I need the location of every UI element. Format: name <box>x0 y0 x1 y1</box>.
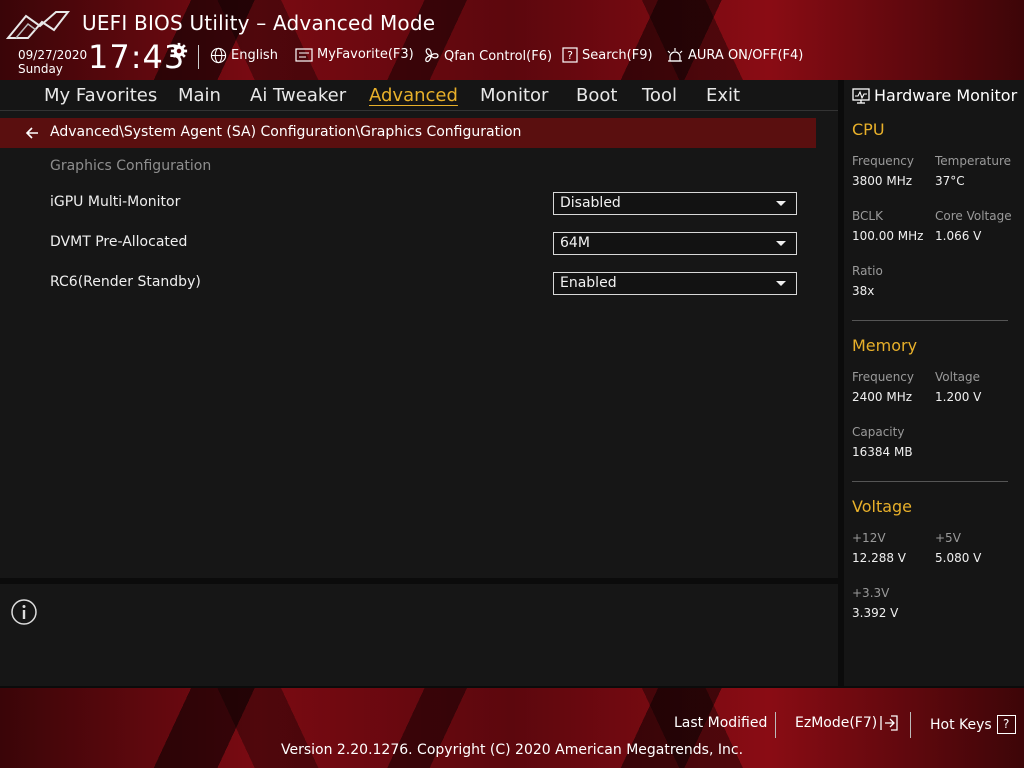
myfavorite-label: MyFavorite(F3) <box>317 47 414 62</box>
search-label: Search(F9) <box>582 47 653 63</box>
section-title: Graphics Configuration <box>50 158 212 174</box>
tab-ai-tweaker[interactable]: Ai Tweaker <box>250 85 346 106</box>
cpu-heading: CPU <box>852 120 885 139</box>
fan-icon <box>425 48 439 63</box>
globe-icon <box>210 47 227 64</box>
setting-label-rc6-render-standby: RC6(Render Standby) <box>50 274 201 290</box>
footer-divider <box>775 712 776 738</box>
monitor-icon <box>852 87 870 104</box>
ezmode-label: EzMode(F7) <box>795 715 878 731</box>
chevron-down-icon <box>776 281 786 286</box>
igpu-multi-monitor-select[interactable]: Disabled <box>553 192 797 215</box>
breadcrumb: Advanced\System Agent (SA) Configuration… <box>0 118 816 148</box>
section-divider <box>852 320 1008 321</box>
help-key-icon: ? <box>996 715 1016 734</box>
qfan-button[interactable]: Qfan Control(F6) <box>422 47 552 65</box>
breadcrumb-path: Advanced\System Agent (SA) Configuration… <box>50 124 522 140</box>
tab-my-favorites[interactable]: My Favorites <box>44 85 157 106</box>
tab-boot[interactable]: Boot <box>576 85 617 106</box>
cpu-ratio-label: Ratio <box>852 264 883 278</box>
tab-advanced[interactable]: Advanced <box>369 85 458 106</box>
date: 09/27/2020 <box>18 48 88 62</box>
window-title: UEFI BIOS Utility – Advanced Mode <box>82 11 436 35</box>
info-icon <box>11 599 37 625</box>
header-divider <box>198 45 199 69</box>
help-info-panel <box>0 584 838 686</box>
hardware-monitor-panel: Hardware Monitor CPU Frequency Temperatu… <box>844 80 1024 686</box>
chevron-down-icon <box>776 241 786 246</box>
cpu-bclk-label: BCLK <box>852 209 883 223</box>
language-label: English <box>231 48 278 63</box>
select-value: Enabled <box>560 275 617 291</box>
cpu-bclk-value: 100.00 MHz <box>852 229 924 243</box>
back-arrow-icon[interactable] <box>24 125 40 141</box>
cpu-core-voltage-label: Core Voltage <box>935 209 1012 223</box>
memory-frequency-value: 2400 MHz <box>852 390 913 404</box>
svg-text:?: ? <box>567 49 573 62</box>
cpu-core-voltage-value: 1.066 V <box>935 229 982 243</box>
cpu-temperature-label: Temperature <box>935 154 1012 168</box>
weekday: Sunday <box>18 62 63 76</box>
v5-value: 5.080 V <box>935 551 982 565</box>
memory-capacity-label: Capacity <box>852 425 905 439</box>
memory-frequency-label: Frequency <box>852 370 914 384</box>
setting-label-dvmt-pre-allocated: DVMT Pre-Allocated <box>50 234 188 250</box>
last-modified-button[interactable]: Last Modified <box>674 715 767 731</box>
aura-light-icon <box>667 48 683 62</box>
version-copyright: Version 2.20.1276. Copyright (C) 2020 Am… <box>280 742 744 758</box>
select-value: 64M <box>560 235 590 251</box>
last-modified-label: Last Modified <box>674 715 768 731</box>
memory-capacity-value: 16384 MB <box>852 445 913 459</box>
hotkeys-label: Hot Keys <box>930 716 992 733</box>
section-divider <box>852 481 1008 482</box>
aura-label: AURA ON/OFF(F4) <box>688 47 804 63</box>
search-help-icon: ? <box>562 47 578 63</box>
myfavorite-button[interactable]: MyFavorite(F3) <box>295 47 414 62</box>
v5-label: +5V <box>935 531 961 545</box>
tab-monitor[interactable]: Monitor <box>480 85 548 106</box>
cpu-ratio-value: 38x <box>852 284 875 298</box>
hardware-monitor-label: Hardware Monitor <box>874 86 1018 105</box>
date-display: 09/27/2020 Sunday <box>18 48 87 76</box>
memory-voltage-value: 1.200 V <box>935 390 982 404</box>
v12-value: 12.288 V <box>852 551 907 565</box>
favorite-list-icon <box>295 47 313 62</box>
gear-icon[interactable] <box>170 42 188 60</box>
aura-button[interactable]: AURA ON/OFF(F4) <box>666 47 803 63</box>
footer-divider <box>910 712 911 738</box>
cpu-frequency-label: Frequency <box>852 154 914 168</box>
exit-arrow-icon <box>880 715 898 731</box>
dvmt-pre-allocated-select[interactable]: 64M <box>553 232 797 255</box>
chevron-down-icon <box>776 201 786 206</box>
main-panel <box>0 110 838 578</box>
v33-value: 3.392 V <box>852 606 899 620</box>
select-value: Disabled <box>560 195 621 211</box>
memory-voltage-label: Voltage <box>935 370 981 384</box>
ezmode-button[interactable]: EzMode(F7) <box>795 715 899 731</box>
language-button[interactable]: English <box>210 47 278 64</box>
tab-main[interactable]: Main <box>178 85 221 106</box>
main-nav: My Favorites Main Ai Tweaker Advanced Mo… <box>0 80 838 111</box>
rc6-render-standby-select[interactable]: Enabled <box>553 272 797 295</box>
search-button[interactable]: ? Search(F9) <box>562 47 653 63</box>
v33-label: +3.3V <box>852 586 890 600</box>
cpu-temperature-value: 37°C <box>935 174 965 188</box>
voltage-heading: Voltage <box>852 497 913 516</box>
hardware-monitor-title: Hardware Monitor <box>852 86 1017 105</box>
hotkeys-button[interactable]: Hot Keys ? <box>930 715 1016 734</box>
tab-exit[interactable]: Exit <box>706 85 740 106</box>
qfan-label: Qfan Control(F6) <box>444 48 553 64</box>
rog-logo <box>6 11 70 39</box>
memory-heading: Memory <box>852 336 918 355</box>
tab-tool[interactable]: Tool <box>642 85 677 106</box>
v12-label: +12V <box>852 531 886 545</box>
cpu-frequency-value: 3800 MHz <box>852 174 913 188</box>
setting-label-igpu-multi-monitor: iGPU Multi-Monitor <box>50 194 181 210</box>
